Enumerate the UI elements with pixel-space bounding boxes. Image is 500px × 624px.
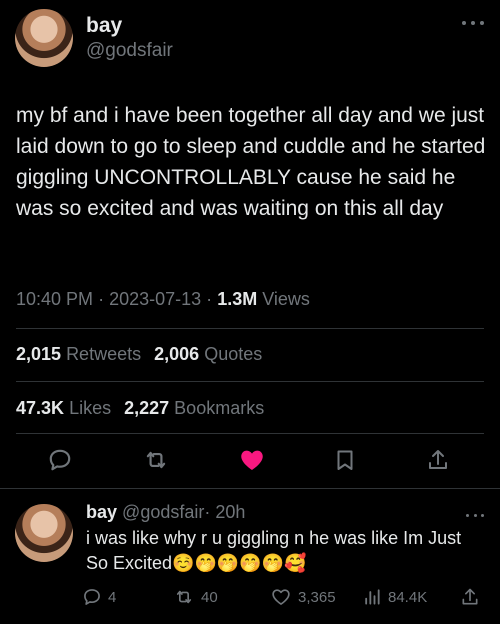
quotes-label: Quotes (204, 344, 263, 364)
tweet-date[interactable]: 2023-07-13 (109, 289, 201, 309)
like-button[interactable] (236, 444, 268, 476)
retweet-quote-stats: 2,015 Retweets 2,006 Quotes (16, 344, 262, 365)
bookmarks-stat[interactable]: 2,227 Bookmarks (124, 398, 264, 418)
reply-button[interactable] (44, 444, 76, 476)
views-count: 84.4K (388, 588, 428, 606)
avatar[interactable] (15, 9, 73, 67)
tweet-text: my bf and i have been together all day a… (16, 104, 486, 220)
divider (16, 328, 484, 329)
main-tweet: bay @godsfair my bf and i have been toge… (0, 0, 500, 488)
retweets-stat[interactable]: 2,015 Retweets (16, 344, 141, 364)
more-icon[interactable] (462, 16, 484, 30)
tweet-time[interactable]: 10:40 PM (16, 289, 93, 309)
retweet-icon (176, 590, 192, 604)
reply-icon (84, 589, 100, 605)
reply-display-name[interactable]: bay (86, 502, 117, 522)
bookmark-icon (337, 450, 353, 470)
display-name[interactable]: bay (86, 14, 122, 38)
reply-actions: 4 40 3,365 84.4K (82, 583, 492, 611)
reply-share-button[interactable] (460, 583, 480, 611)
reply-header: bay @godsfair· 20h (86, 502, 245, 523)
views-icon (365, 589, 380, 605)
bookmarks-count: 2,227 (124, 398, 170, 418)
share-button[interactable] (422, 444, 454, 476)
user-handle[interactable]: @godsfair (86, 40, 173, 62)
retweet-count: 40 (201, 588, 218, 606)
reply-time[interactable]: 20h (215, 502, 245, 522)
retweets-count: 2,015 (16, 344, 62, 364)
like-bookmark-stats: 47.3K Likes 2,227 Bookmarks (16, 398, 264, 419)
meta-separator: · (98, 289, 105, 309)
views-count: 1.3M (217, 289, 258, 309)
tweet-actions (44, 444, 464, 476)
reply-count: 4 (108, 588, 117, 606)
views-label: Views (262, 289, 310, 309)
reply-text: i was like why r u giggling n he was lik… (86, 528, 462, 573)
divider (16, 433, 484, 434)
quotes-stat[interactable]: 2,006 Quotes (154, 344, 262, 364)
reply-icon (49, 449, 71, 471)
tweet-meta: 10:40 PM · 2023-07-13 · 1.3M Views (16, 289, 310, 310)
bookmarks-label: Bookmarks (174, 398, 265, 418)
reply-avatar[interactable] (15, 504, 73, 562)
reply-reply-button[interactable]: 4 (82, 583, 116, 611)
reply-more-icon[interactable] (466, 510, 484, 520)
divider (16, 381, 484, 382)
reply-views-button[interactable]: 84.4K (362, 583, 427, 611)
likes-label: Likes (69, 398, 112, 418)
heart-icon (241, 450, 263, 470)
quotes-count: 2,006 (154, 344, 200, 364)
reply-handle[interactable]: @godsfair (122, 502, 204, 522)
retweet-button[interactable] (140, 444, 172, 476)
share-icon (462, 588, 478, 605)
share-icon (429, 450, 447, 469)
bookmark-button[interactable] (329, 444, 361, 476)
reply-like-button[interactable]: 3,365 (270, 583, 336, 611)
meta-separator: · (206, 289, 213, 309)
likes-stat[interactable]: 47.3K Likes (16, 398, 111, 418)
like-count: 3,365 (298, 588, 336, 606)
heart-icon (272, 589, 290, 605)
reply-separator: · (204, 502, 211, 522)
likes-count: 47.3K (16, 398, 65, 418)
reply-retweet-button[interactable]: 40 (173, 583, 218, 611)
retweet-icon (146, 451, 166, 469)
retweets-label: Retweets (66, 344, 142, 364)
divider (0, 488, 500, 489)
